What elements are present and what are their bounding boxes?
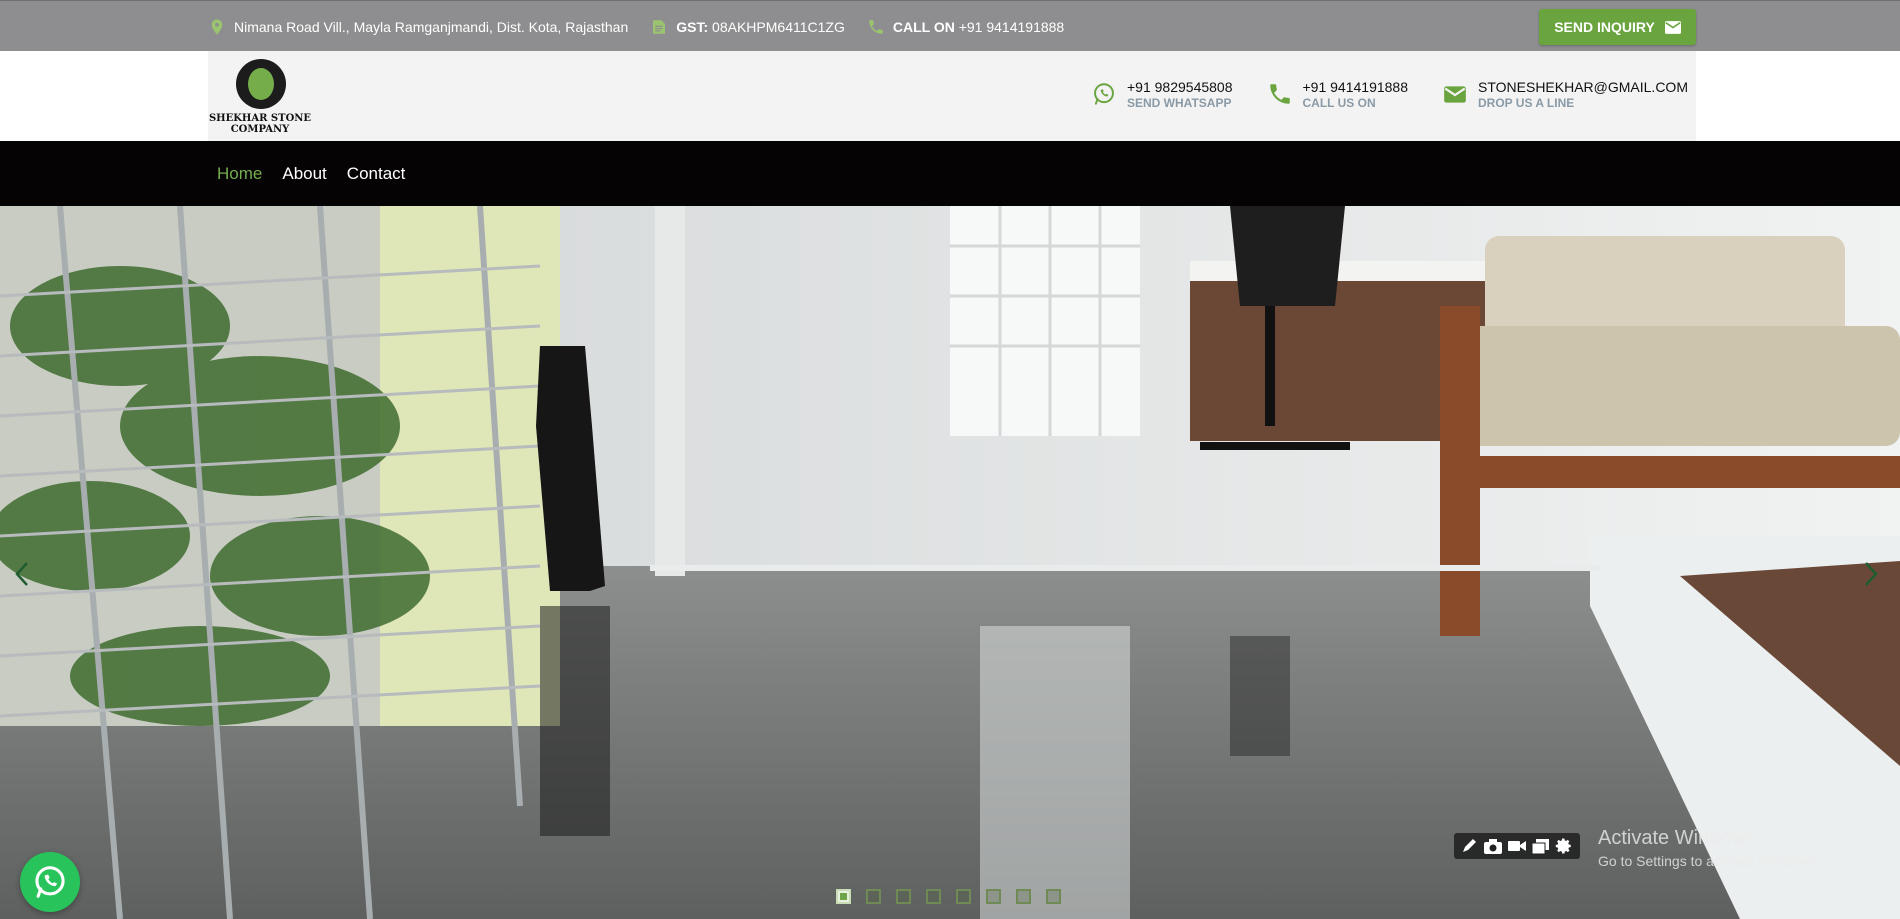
email-address: STONESHEKHAR@GMAIL.COM	[1478, 79, 1688, 95]
gear-icon[interactable]	[1554, 837, 1574, 855]
nav-item-contact[interactable]: Contact	[347, 164, 406, 184]
whatsapp-number: +91 9829545808	[1127, 79, 1233, 95]
gst-item: GST: 08AKHPM6411C1ZG	[650, 18, 845, 36]
chevron-left-icon[interactable]	[10, 559, 34, 589]
address-text: Nimana Road Vill., Mayla Ramganjmandi, D…	[234, 18, 629, 35]
call-item[interactable]: CALL ON +91 9414191888	[867, 18, 1064, 36]
company-logo[interactable]: SHEKHAR STONE COMPANY	[208, 59, 312, 135]
gst-label: GST:	[676, 18, 709, 35]
contact-whatsapp[interactable]: +91 9829545808 SEND WHATSAPP	[1091, 79, 1233, 111]
phone-number: +91 9414191888	[1302, 79, 1409, 95]
document-icon	[653, 19, 666, 34]
slider-dot[interactable]	[1016, 889, 1031, 904]
whatsapp-icon	[1094, 83, 1114, 105]
video-icon[interactable]	[1507, 837, 1527, 855]
contact-phone[interactable]: +91 9414191888 CALL US ON	[1267, 79, 1409, 111]
top-bar-info: Nimana Road Vill., Mayla Ramganjmandi, D…	[208, 1, 1064, 52]
screen-capture-toolbar	[1454, 833, 1580, 859]
main-nav: Home About Contact	[0, 141, 1900, 206]
activate-title: Activate Windows	[1598, 827, 1756, 849]
call-label: CALL ON	[892, 18, 955, 35]
whatsapp-icon	[35, 866, 65, 898]
window-icon[interactable]	[1531, 837, 1551, 855]
logo-text: SHEKHAR STONE COMPANY	[208, 113, 312, 135]
slider-dot[interactable]	[926, 889, 941, 904]
slider-dot[interactable]	[1046, 889, 1061, 904]
call-value[interactable]: +91 9414191888	[959, 19, 1065, 35]
hero-image	[0, 206, 1900, 919]
phone-icon	[1269, 84, 1290, 104]
header-contacts: +91 9829545808 SEND WHATSAPP +91 9414191…	[1091, 79, 1688, 111]
nav-links: Home About Contact	[217, 141, 405, 206]
phone-label: CALL US ON	[1302, 96, 1376, 110]
contact-email[interactable]: STONESHEKHAR@GMAIL.COM DROP US A LINE	[1442, 79, 1688, 111]
activate-subtitle: Go to Settings to activate Windows.	[1598, 853, 1819, 869]
top-bar: Nimana Road Vill., Mayla Ramganjmandi, D…	[0, 0, 1900, 51]
slider-dot[interactable]	[866, 889, 881, 904]
slider-dots	[836, 889, 1061, 904]
gst-value: 08AKHPM6411C1ZG	[712, 18, 845, 35]
pen-icon[interactable]	[1460, 837, 1480, 855]
address-item: Nimana Road Vill., Mayla Ramganjmandi, D…	[208, 18, 628, 36]
logo-mark	[236, 59, 286, 109]
mail-icon	[1444, 86, 1466, 103]
slider-dot[interactable]	[836, 889, 851, 904]
windows-activation-watermark: Activate Windows Go to Settings to activ…	[1598, 827, 1819, 869]
mail-icon	[1664, 20, 1681, 34]
location-pin-icon	[211, 19, 223, 34]
slider-dot[interactable]	[956, 889, 971, 904]
site-header: SHEKHAR STONE COMPANY +91 9829545808 SEN…	[208, 51, 1696, 141]
nav-item-home[interactable]: Home	[217, 164, 262, 184]
slider-dot[interactable]	[896, 889, 911, 904]
logo-text-line1: SHEKHAR STONE	[208, 113, 312, 124]
chevron-right-icon[interactable]	[1859, 559, 1883, 589]
camera-icon[interactable]	[1483, 837, 1503, 855]
phone-icon	[869, 19, 883, 34]
whatsapp-float-button[interactable]	[20, 852, 80, 912]
whatsapp-label: SEND WHATSAPP	[1127, 96, 1232, 110]
logo-text-line2: COMPANY	[230, 124, 290, 135]
hero-slider	[0, 206, 1900, 919]
send-inquiry-button[interactable]: SEND INQUIRY	[1539, 9, 1696, 45]
nav-item-about[interactable]: About	[282, 164, 326, 184]
send-inquiry-label: SEND INQUIRY	[1554, 19, 1655, 35]
email-label: DROP US A LINE	[1478, 96, 1575, 110]
slider-dot[interactable]	[986, 889, 1001, 904]
